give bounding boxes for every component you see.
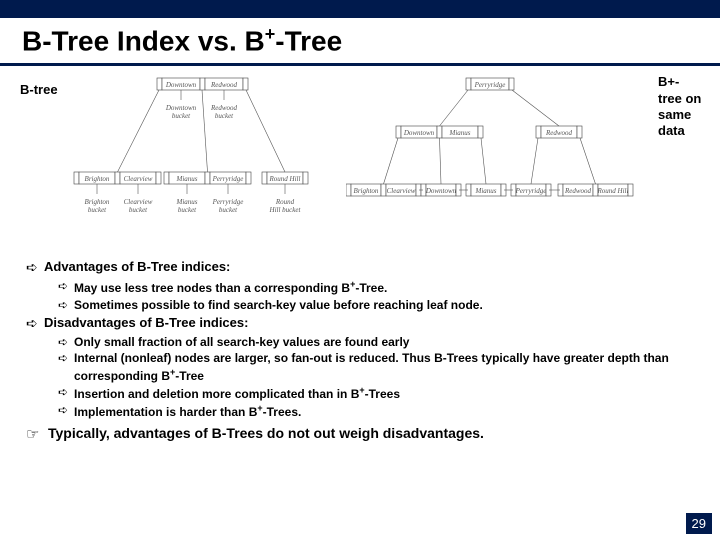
- svg-text:bucket: bucket: [129, 206, 148, 214]
- slide-title: B-Tree Index vs. B+-Tree: [22, 24, 698, 57]
- disadvantages-head: ➪ Disadvantages of B-Tree indices:: [26, 315, 694, 333]
- svg-text:Perryridge: Perryridge: [212, 198, 244, 206]
- svg-text:Brighton: Brighton: [85, 198, 110, 206]
- svg-text:Perryridge: Perryridge: [474, 81, 506, 89]
- svg-text:Redwood: Redwood: [545, 129, 573, 137]
- svg-text:Round Hill: Round Hill: [597, 187, 629, 195]
- svg-text:bucket: bucket: [178, 206, 197, 214]
- slide-number: 29: [686, 513, 712, 534]
- summary-text: Typically, advantages of B-Trees do not …: [48, 425, 694, 443]
- svg-text:Round Hill: Round Hill: [269, 175, 301, 183]
- svg-text:Mianus: Mianus: [176, 198, 198, 206]
- summary-row: ☞ Typically, advantages of B-Trees do no…: [26, 425, 694, 444]
- bullet-text: May use less tree nodes than a correspon…: [74, 279, 694, 296]
- list-item: ➪Sometimes possible to find search-key v…: [58, 298, 694, 313]
- svg-text:Mianus: Mianus: [475, 187, 497, 195]
- list-item: ➪Internal (nonleaf) nodes are larger, so…: [58, 351, 694, 384]
- svg-text:Mianus: Mianus: [176, 175, 198, 183]
- svg-text:bucket: bucket: [172, 112, 191, 120]
- svg-text:Downtown: Downtown: [165, 81, 197, 89]
- arrow-icon: ➪: [26, 315, 44, 333]
- svg-text:bucket: bucket: [219, 206, 238, 214]
- svg-text:Redwood: Redwood: [210, 104, 238, 112]
- arrow-icon: ➪: [26, 259, 44, 277]
- svg-text:Brighton: Brighton: [85, 175, 110, 183]
- bullet-text: Disadvantages of B-Tree indices:: [44, 315, 694, 332]
- list-item: ➪Only small fraction of all search-key v…: [58, 335, 694, 350]
- svg-text:Perryridge: Perryridge: [515, 187, 547, 195]
- svg-text:Hill bucket: Hill bucket: [269, 206, 302, 214]
- hand-icon: ☞: [26, 425, 48, 444]
- svg-text:Clearview: Clearview: [124, 175, 153, 183]
- title-container: B-Tree Index vs. B+-Tree: [0, 18, 720, 66]
- btree-diagram: DowntownRedwood DowntownbucketRedwoodbuc…: [72, 74, 342, 249]
- svg-text:Downtown: Downtown: [403, 129, 435, 137]
- figure-label-right: B+-tree on same data: [650, 74, 706, 139]
- svg-text:Mianus: Mianus: [449, 129, 471, 137]
- svg-text:Clearview: Clearview: [124, 198, 153, 206]
- arrow-icon: ➪: [58, 403, 74, 418]
- list-item: ➪Implementation is harder than B+-Trees.: [58, 403, 694, 420]
- arrow-icon: ➪: [58, 279, 74, 294]
- svg-text:bucket: bucket: [215, 112, 234, 120]
- arrow-icon: ➪: [58, 298, 74, 313]
- svg-text:Brighton: Brighton: [354, 187, 379, 195]
- slide-top-bar: [0, 0, 720, 18]
- content-bullets: ➪ Advantages of B-Tree indices: ➪May use…: [0, 253, 720, 444]
- figure-label-left: B-tree: [12, 74, 68, 98]
- bullet-text: Only small fraction of all search-key va…: [74, 335, 694, 350]
- advantages-head: ➪ Advantages of B-Tree indices:: [26, 259, 694, 277]
- svg-text:Downtown: Downtown: [425, 187, 457, 195]
- arrow-icon: ➪: [58, 385, 74, 400]
- svg-text:Clearview: Clearview: [387, 187, 416, 195]
- figure-area: B-tree DowntownRedwood DowntownbucketRed…: [0, 66, 720, 253]
- arrow-icon: ➪: [58, 335, 74, 350]
- list-item: ➪May use less tree nodes than a correspo…: [58, 279, 694, 296]
- arrow-icon: ➪: [58, 351, 74, 366]
- svg-text:Round: Round: [275, 198, 295, 206]
- bullet-text: Internal (nonleaf) nodes are larger, so …: [74, 351, 694, 384]
- bullet-text: Advantages of B-Tree indices:: [44, 259, 694, 276]
- svg-text:Downtown: Downtown: [165, 104, 197, 112]
- svg-text:Redwood: Redwood: [210, 81, 238, 89]
- svg-text:Perryridge: Perryridge: [212, 175, 244, 183]
- list-item: ➪Insertion and deletion more complicated…: [58, 385, 694, 402]
- bplus-diagram: Perryridge Downtown Mianus Redwood Brighto…: [346, 74, 646, 249]
- bullet-text: Insertion and deletion more complicated …: [74, 385, 694, 402]
- bullet-text: Implementation is harder than B+-Trees.: [74, 403, 694, 420]
- svg-text:bucket: bucket: [88, 206, 107, 214]
- svg-text:Redwood: Redwood: [564, 187, 592, 195]
- bullet-text: Sometimes possible to find search-key va…: [74, 298, 694, 313]
